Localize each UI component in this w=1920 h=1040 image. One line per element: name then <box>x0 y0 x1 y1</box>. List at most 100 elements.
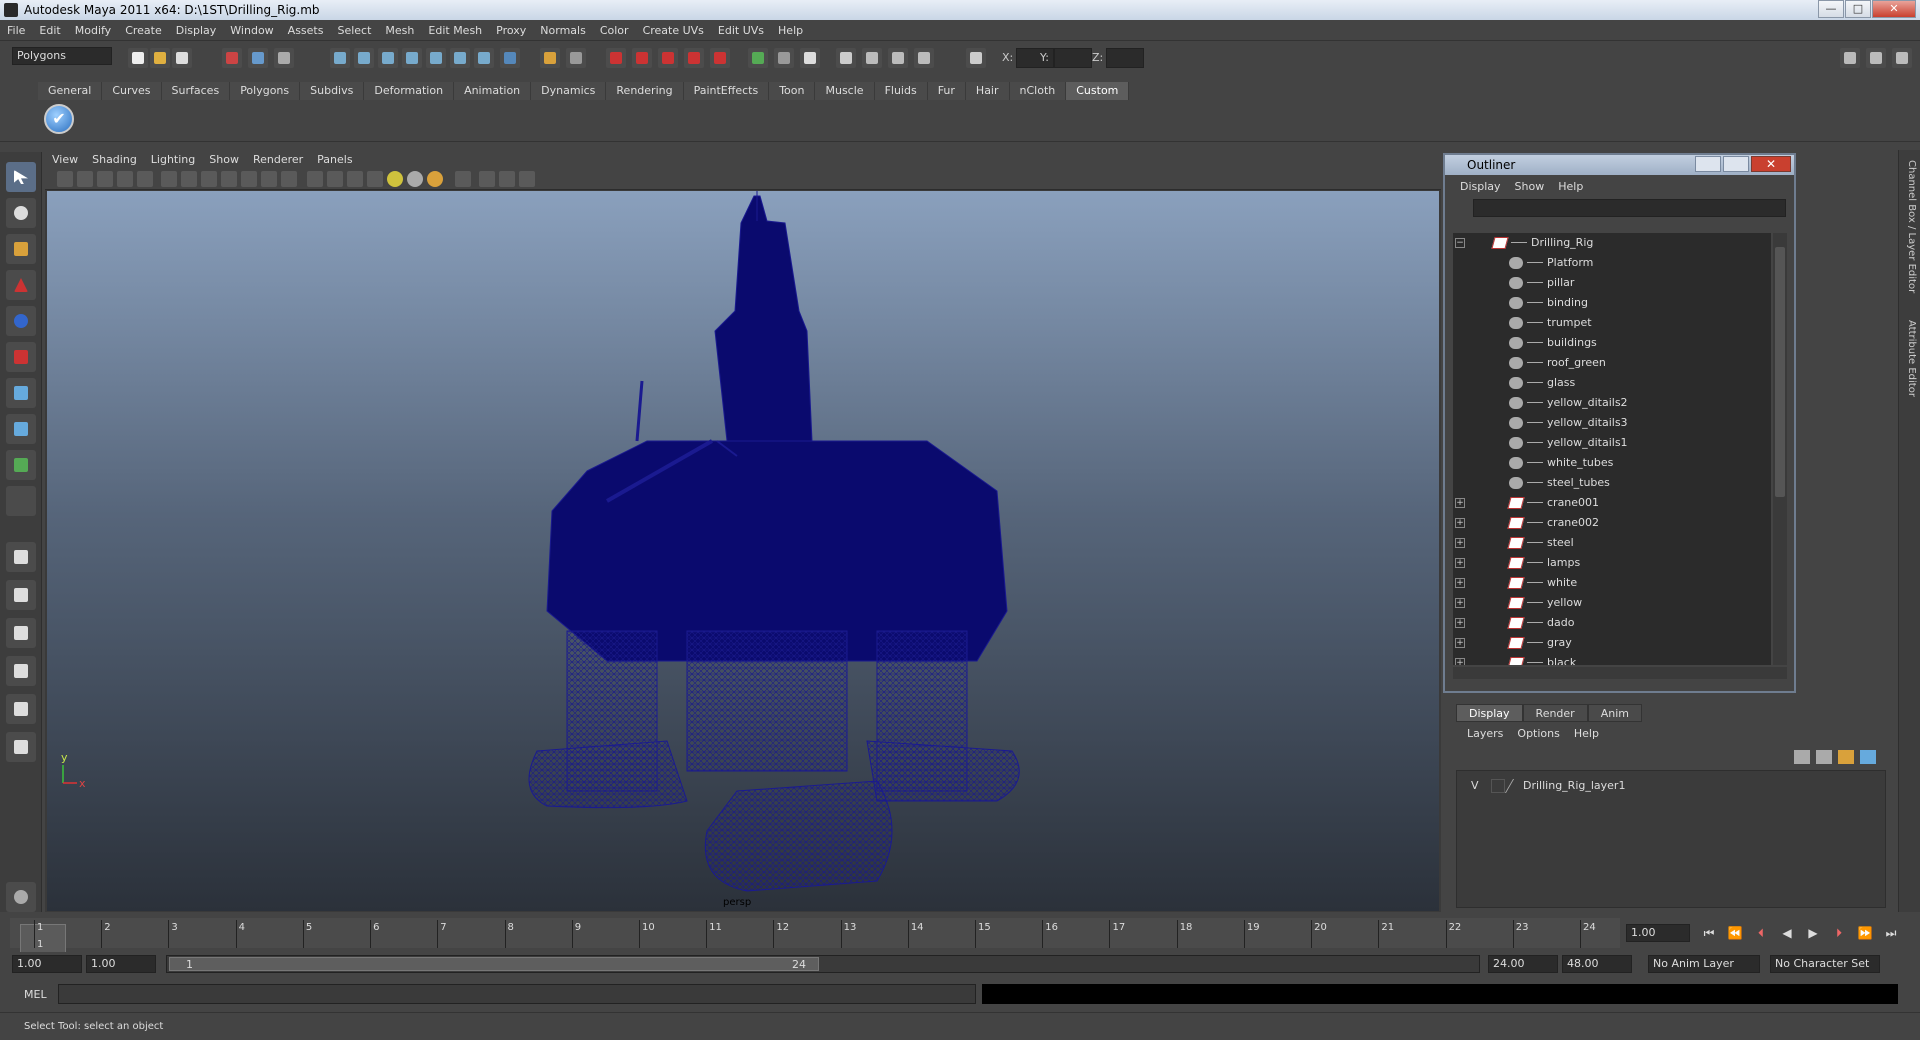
playback-end-field[interactable]: 24.00 <box>1488 955 1558 973</box>
layer-add-icon[interactable] <box>1838 750 1854 764</box>
scale-tool-icon[interactable] <box>6 342 36 372</box>
y-field[interactable] <box>1054 48 1092 68</box>
menu-mesh[interactable]: Mesh <box>378 24 421 37</box>
layer-menu-help[interactable]: Help <box>1567 727 1606 740</box>
layer-menu-layers[interactable]: Layers <box>1460 727 1510 740</box>
shadows-icon[interactable] <box>407 171 423 187</box>
new-scene-icon[interactable] <box>128 48 148 68</box>
viewport-scene[interactable]: y x persp <box>47 191 1439 911</box>
ipr-render-icon[interactable] <box>632 48 652 68</box>
numeric-input-icon[interactable] <box>888 48 908 68</box>
time-slider[interactable]: 1 1 2 3 4 5 6 7 8 9 10 11 12 13 14 15 16 17 18 19 20 21 22 23 2… <box>10 912 1620 954</box>
lasso-tool-icon[interactable] <box>6 198 36 228</box>
z-field[interactable] <box>1106 48 1144 68</box>
tab-curves[interactable]: Curves <box>102 82 162 100</box>
outliner-horizontal-scrollbar[interactable] <box>1453 667 1787 679</box>
animation-end-field[interactable]: 48.00 <box>1562 955 1632 973</box>
toggle-attribute-editor-icon[interactable] <box>1840 48 1860 68</box>
outliner-item[interactable]: + lamps <box>1453 553 1771 573</box>
wireframe-icon[interactable] <box>307 171 323 187</box>
outliner-menu-show[interactable]: Show <box>1508 180 1552 193</box>
outliner-close-button[interactable]: ✕ <box>1751 156 1791 172</box>
outliner-item[interactable]: Platform <box>1453 253 1771 273</box>
film-gate-icon[interactable] <box>181 171 197 187</box>
expand-icon[interactable]: + <box>1455 498 1465 508</box>
menu-edit-uvs[interactable]: Edit UVs <box>711 24 771 37</box>
menu-create[interactable]: Create <box>118 24 169 37</box>
play-forwards-icon[interactable]: ▶ <box>1804 924 1822 942</box>
range-slider[interactable]: 1 24 <box>166 955 1480 973</box>
absolute-transform-icon[interactable] <box>774 48 794 68</box>
select-hierarchy-icon[interactable] <box>222 48 242 68</box>
ai-tool-icon[interactable] <box>6 882 36 912</box>
new-layer-from-selected-icon[interactable] <box>1794 750 1810 764</box>
render-current-icon[interactable] <box>606 48 626 68</box>
two-d-pan-zoom-icon[interactable] <box>137 171 153 187</box>
layer-options-icon[interactable] <box>1860 750 1876 764</box>
menu-create-uvs[interactable]: Create UVs <box>636 24 711 37</box>
tab-toon[interactable]: Toon <box>769 82 816 100</box>
viewport-menu-shading[interactable]: Shading <box>85 153 144 166</box>
outliner-item[interactable]: trumpet <box>1453 313 1771 333</box>
outliner-item[interactable]: + yellow <box>1453 593 1771 613</box>
outliner-vertical-scrollbar[interactable] <box>1773 233 1787 665</box>
new-empty-layer-icon[interactable] <box>1816 750 1832 764</box>
expand-icon[interactable]: + <box>1455 518 1465 528</box>
camera-icon[interactable] <box>57 171 73 187</box>
side-tab-channel-box[interactable]: Channel Box / Layer Editor <box>1903 160 1917 293</box>
tab-dynamics[interactable]: Dynamics <box>531 82 607 100</box>
outliner-menu-help[interactable]: Help <box>1551 180 1590 193</box>
render-view-icon[interactable] <box>710 48 730 68</box>
input-line-icon[interactable] <box>748 48 768 68</box>
menu-normals[interactable]: Normals <box>533 24 593 37</box>
lock-selection-icon[interactable] <box>540 48 560 68</box>
move-tool-icon[interactable] <box>6 270 36 300</box>
close-button[interactable]: ✕ <box>1872 0 1916 18</box>
current-time-field[interactable]: 1.00 <box>1626 924 1690 942</box>
save-scene-icon[interactable] <box>172 48 192 68</box>
safe-action-icon[interactable] <box>261 171 277 187</box>
step-forward-key-icon[interactable]: ⏩ <box>1856 924 1874 942</box>
smooth-shade-icon[interactable] <box>327 171 343 187</box>
tab-hair[interactable]: Hair <box>965 82 1010 100</box>
menu-color[interactable]: Color <box>593 24 636 37</box>
hypershade-icon[interactable] <box>684 48 704 68</box>
time-slider-track[interactable]: 1 1 2 3 4 5 6 7 8 9 10 11 12 13 14 15 16 17 18 19 20 21 22 23 2… <box>10 918 1620 954</box>
camera-attributes-icon[interactable] <box>77 171 93 187</box>
select-component-icon[interactable] <box>274 48 294 68</box>
character-set-dropdown[interactable]: No Character Set <box>1770 955 1880 973</box>
tab-polygons[interactable]: Polygons <box>230 82 301 100</box>
step-forward-frame-icon[interactable]: ⏵ <box>1830 924 1848 942</box>
tab-deformation[interactable]: Deformation <box>364 82 455 100</box>
go-to-end-icon[interactable]: ⏭ <box>1882 924 1900 942</box>
field-chart-icon[interactable] <box>241 171 257 187</box>
use-all-lights-icon[interactable] <box>387 171 403 187</box>
manipulator-tool-icon[interactable] <box>6 378 36 408</box>
outliner-item[interactable]: − Drilling_Rig <box>1453 233 1771 253</box>
collapse-icon[interactable]: − <box>1455 238 1465 248</box>
layer-tab-render[interactable]: Render <box>1522 704 1588 722</box>
layer-visibility-toggle[interactable]: V <box>1471 779 1479 792</box>
tab-general[interactable]: General <box>38 82 103 100</box>
outliner-persp-layout-icon[interactable] <box>6 618 36 648</box>
wireframe-on-shaded-icon[interactable] <box>347 171 363 187</box>
expand-icon[interactable]: + <box>1455 538 1465 548</box>
x-ray-joints-icon[interactable] <box>499 171 515 187</box>
outliner-item[interactable]: + white <box>1453 573 1771 593</box>
snap-curve-icon[interactable] <box>354 48 374 68</box>
expand-icon[interactable]: + <box>1455 578 1465 588</box>
menu-proxy[interactable]: Proxy <box>489 24 533 37</box>
viewport-menu-view[interactable]: View <box>45 153 85 166</box>
textured-icon[interactable] <box>367 171 383 187</box>
viewport-menu-lighting[interactable]: Lighting <box>144 153 202 166</box>
outliner-item[interactable]: + crane001 <box>1453 493 1771 513</box>
select-tool-icon[interactable] <box>6 162 36 192</box>
outliner-item[interactable]: roof_green <box>1453 353 1771 373</box>
rotate-tool-icon[interactable] <box>6 306 36 336</box>
select-object-icon[interactable] <box>248 48 268 68</box>
layer-menu-options[interactable]: Options <box>1510 727 1566 740</box>
quick-select-icon[interactable] <box>862 48 882 68</box>
tab-custom[interactable]: Custom <box>1066 82 1130 100</box>
isolate-select-icon[interactable] <box>455 171 471 187</box>
transform-constraint-icon[interactable] <box>966 48 986 68</box>
